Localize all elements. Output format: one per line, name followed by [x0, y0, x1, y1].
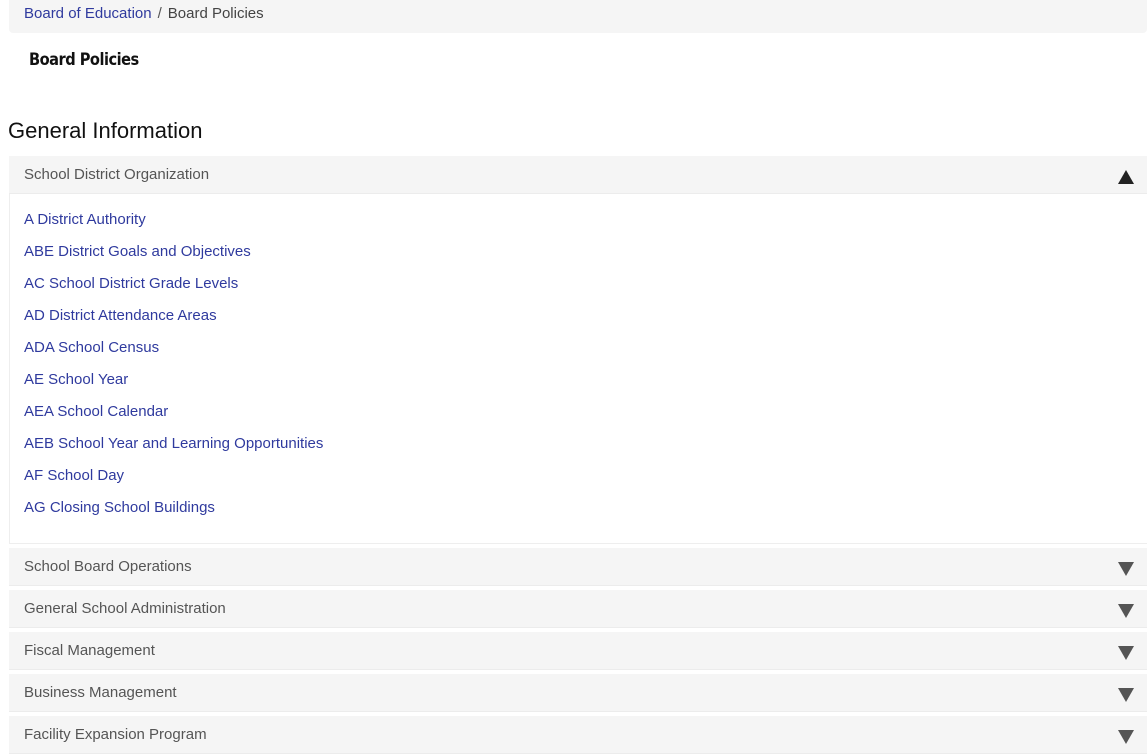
- policy-link[interactable]: ABE District Goals and Objectives: [24, 243, 251, 260]
- accordion-header-general-school-administration[interactable]: General School Administration: [9, 590, 1147, 628]
- list-item: AEA School Calendar: [24, 402, 168, 422]
- accordion-header-label: Business Management: [24, 684, 177, 701]
- accordion-header-label: Fiscal Management: [24, 642, 155, 659]
- accordion-header-school-district-organization[interactable]: School District Organization: [9, 156, 1147, 194]
- accordion-header-label: School Board Operations: [24, 558, 192, 575]
- policy-link[interactable]: AEA School Calendar: [24, 403, 168, 420]
- list-item: AG Closing School Buildings: [24, 498, 215, 518]
- breadcrumb: Board of Education / Board Policies: [9, 0, 1147, 33]
- list-item: AEB School Year and Learning Opportuniti…: [24, 434, 323, 454]
- accordion-header-school-board-operations[interactable]: School Board Operations: [9, 548, 1147, 586]
- policy-link[interactable]: AG Closing School Buildings: [24, 499, 215, 516]
- triangle-down-icon: [1118, 632, 1134, 670]
- page-title: Board Policies: [29, 50, 139, 70]
- list-item: AD District Attendance Areas: [24, 306, 217, 326]
- triangle-down-icon: [1118, 716, 1134, 754]
- triangle-up-icon: [1118, 156, 1134, 194]
- list-item: A District Authority: [24, 210, 146, 230]
- list-item: AE School Year: [24, 370, 128, 390]
- section-heading: General Information: [8, 118, 203, 143]
- accordion-header-fiscal-management[interactable]: Fiscal Management: [9, 632, 1147, 670]
- list-item: ABE District Goals and Objectives: [24, 242, 251, 262]
- accordion-header-business-management[interactable]: Business Management: [9, 674, 1147, 712]
- policy-link[interactable]: AF School Day: [24, 467, 124, 484]
- triangle-down-icon: [1118, 590, 1134, 628]
- policy-link[interactable]: AD District Attendance Areas: [24, 307, 217, 324]
- accordion-header-facility-expansion-program[interactable]: Facility Expansion Program: [9, 716, 1147, 754]
- list-item: AC School District Grade Levels: [24, 274, 238, 294]
- policy-link[interactable]: AEB School Year and Learning Opportuniti…: [24, 435, 323, 452]
- policy-link[interactable]: AE School Year: [24, 371, 128, 388]
- triangle-down-icon: [1118, 674, 1134, 712]
- accordion-header-label: School District Organization: [24, 166, 210, 183]
- list-item: ADA School Census: [24, 338, 159, 358]
- accordion-header-label: General School Administration: [24, 600, 226, 617]
- accordion-panel-school-district-organization: A District Authority ABE District Goals …: [9, 194, 1147, 544]
- accordion-header-label: Facility Expansion Program: [24, 726, 207, 743]
- policy-link[interactable]: ADA School Census: [24, 339, 159, 356]
- breadcrumb-current: Board Policies: [167, 5, 264, 22]
- policy-link[interactable]: AC School District Grade Levels: [24, 275, 238, 292]
- breadcrumb-separator: /: [157, 5, 162, 22]
- policy-link[interactable]: A District Authority: [24, 211, 146, 228]
- triangle-down-icon: [1118, 548, 1134, 586]
- list-item: AF School Day: [24, 466, 124, 486]
- breadcrumb-link-board-of-education[interactable]: Board of Education: [24, 5, 152, 22]
